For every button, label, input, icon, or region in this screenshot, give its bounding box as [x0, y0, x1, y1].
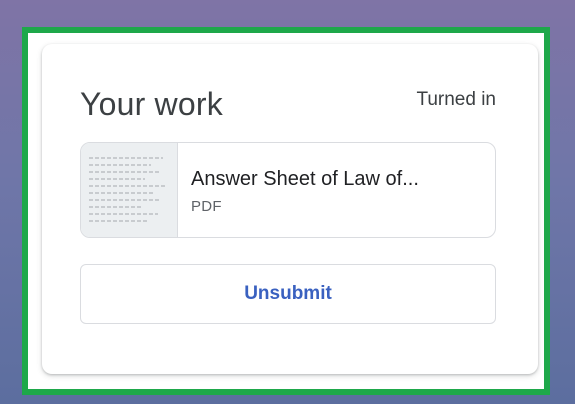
unsubmit-button[interactable]: Unsubmit	[80, 264, 496, 324]
attachment-type: PDF	[191, 198, 222, 215]
turned-in-status: Turned in	[416, 89, 496, 110]
your-work-card: Your work Turned in Answer Sheet of Law …	[42, 44, 538, 374]
card-title: Your work	[80, 86, 223, 122]
thumbnail-text-lines	[89, 157, 169, 227]
document-thumbnail	[81, 143, 178, 237]
attachment-name: Answer Sheet of Law of...	[191, 168, 419, 190]
attachment-item[interactable]: Answer Sheet of Law of... PDF	[80, 142, 496, 238]
